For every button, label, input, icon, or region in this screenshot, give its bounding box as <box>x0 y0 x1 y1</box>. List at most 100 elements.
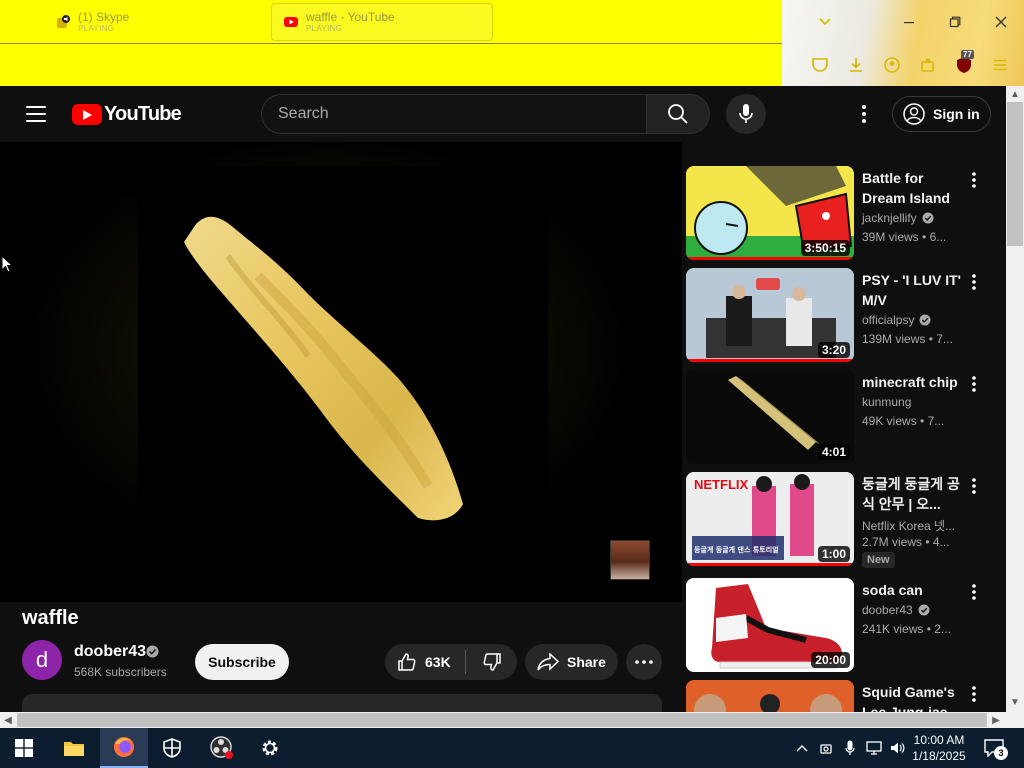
account-icon[interactable] <box>883 56 901 74</box>
channel-name[interactable]: doober43 <box>74 643 146 661</box>
view-count: 139M views <box>862 332 926 346</box>
channel-name[interactable]: officialpsy <box>862 313 931 327</box>
endscreen-thumbnail[interactable] <box>610 540 650 580</box>
channel-name[interactable]: doober43 <box>862 603 930 617</box>
video-duration: 4:01 <box>817 444 850 460</box>
scroll-up-icon[interactable]: ▲ <box>1006 88 1024 100</box>
action-center-icon[interactable]: 3 <box>980 736 1008 760</box>
video-menu-icon[interactable] <box>964 684 984 704</box>
video-title[interactable]: Squid Game's Lee Jung-jae <box>862 682 962 712</box>
channel-avatar[interactable]: d <box>22 640 62 680</box>
view-count: 241K views <box>862 622 924 636</box>
speaker-icon[interactable] <box>56 15 70 29</box>
video-title[interactable]: 둥글게 둥글게 공식 안무 | 오... <box>862 474 962 514</box>
recommendation-item[interactable]: Squid Game's Lee Jung-jae <box>686 680 986 712</box>
scrollbar-thumb[interactable] <box>1007 102 1023 246</box>
video-title[interactable]: minecraft chip <box>862 372 962 392</box>
youtube-logo[interactable]: YouTube <box>72 103 182 126</box>
video-player[interactable] <box>0 142 682 602</box>
windows-security-icon[interactable] <box>148 728 196 768</box>
system-clock[interactable]: 10:00 AM 1/18/2025 <box>906 732 972 764</box>
restore-button[interactable] <box>945 12 965 32</box>
like-button[interactable]: 63K <box>385 644 465 680</box>
channel-name[interactable]: Netflix Korea 넷... <box>862 517 955 534</box>
recommendation-item[interactable]: 20:00 soda can doober43 241K views • 2..… <box>686 578 986 672</box>
video-thumbnail[interactable]: 4:01 <box>686 370 854 464</box>
tab-youtube[interactable]: waffle - YouTube PLAYING <box>271 3 493 41</box>
video-thumbnail[interactable]: NETFLIX 둥글게 둥글게 댄스 튜토리얼 1:00 <box>686 472 854 566</box>
video-stats: 39M views • 6... <box>862 230 947 244</box>
vertical-scrollbar[interactable]: ▲ ▼ <box>1006 86 1024 712</box>
settings-gear-icon[interactable] <box>246 728 294 768</box>
ublock-origin-icon[interactable]: 77 <box>955 50 974 74</box>
more-actions-button[interactable] <box>626 644 662 680</box>
scroll-left-icon[interactable]: ◀ <box>2 714 14 726</box>
waffle-fry-image <box>184 216 463 521</box>
thumbs-up-icon <box>398 653 416 671</box>
subscribe-button[interactable]: Subscribe <box>195 644 289 680</box>
start-button[interactable] <box>0 728 48 768</box>
video-thumbnail[interactable]: 20:00 <box>686 578 854 672</box>
horizontal-scrollbar[interactable]: ◀ ▶ <box>0 712 1006 728</box>
recommendation-item[interactable]: 4:01 minecraft chip kunmung 49K views • … <box>686 370 986 464</box>
upload-age: 7... <box>927 414 945 428</box>
video-title[interactable]: Battle for Dream Island ... <box>862 168 962 208</box>
settings-menu-icon[interactable] <box>852 102 876 126</box>
video-menu-icon[interactable] <box>964 476 984 496</box>
pocket-icon[interactable] <box>811 56 829 74</box>
video-frame[interactable] <box>138 166 548 576</box>
download-icon[interactable] <box>847 56 865 74</box>
video-duration: 3:20 <box>817 342 850 358</box>
file-explorer-icon[interactable] <box>50 728 98 768</box>
recommendation-item[interactable]: 3:50:15 Battle for Dream Island ... jack… <box>686 166 986 260</box>
scroll-right-icon[interactable]: ▶ <box>990 714 1002 726</box>
new-badge: New <box>862 552 895 568</box>
search-icon <box>668 104 688 124</box>
search-input[interactable]: Search <box>261 94 647 134</box>
video-title[interactable]: soda can <box>862 580 962 600</box>
scrollbar-thumb[interactable] <box>17 713 987 727</box>
guide-menu-icon[interactable] <box>26 106 46 122</box>
video-menu-icon[interactable] <box>964 582 984 602</box>
voice-search-button[interactable] <box>726 94 766 134</box>
recommendation-item[interactable]: 3:20 PSY - 'I LUV IT' M/V officialpsy 13… <box>686 268 986 362</box>
scroll-down-icon[interactable]: ▼ <box>1006 696 1024 708</box>
channel-label: doober43 <box>862 603 913 617</box>
close-button[interactable] <box>991 12 1011 32</box>
channel-name[interactable]: jacknjellify <box>862 211 934 225</box>
video-menu-icon[interactable] <box>964 272 984 292</box>
share-button[interactable]: Share <box>525 644 618 680</box>
video-thumbnail[interactable] <box>686 680 854 712</box>
video-menu-icon[interactable] <box>964 170 984 190</box>
minimize-button[interactable] <box>899 12 919 32</box>
video-thumbnail[interactable]: 3:50:15 <box>686 166 854 260</box>
video-stats: 2.7M views • 4... <box>862 535 950 549</box>
sign-in-button[interactable]: Sign in <box>892 96 991 132</box>
upload-age: 2... <box>934 622 951 636</box>
channel-name[interactable]: kunmung <box>862 395 911 409</box>
menu-icon[interactable] <box>991 56 1009 74</box>
video-duration: 20:00 <box>811 652 850 668</box>
show-hidden-icons-chevron-icon[interactable] <box>790 728 814 768</box>
video-title[interactable]: PSY - 'I LUV IT' M/V <box>862 270 962 310</box>
tab-title: waffle - YouTube <box>306 10 395 24</box>
search-button[interactable] <box>646 94 710 134</box>
microphone-in-use-icon[interactable] <box>838 728 862 768</box>
description-box[interactable] <box>22 694 662 714</box>
video-duration: 1:00 <box>817 546 850 562</box>
camera-in-use-icon[interactable] <box>814 728 838 768</box>
dislike-button[interactable] <box>466 644 517 680</box>
video-stats: 139M views • 7... <box>862 332 953 346</box>
obs-studio-icon[interactable] <box>198 728 246 768</box>
extensions-icon[interactable] <box>919 56 937 74</box>
tab-skype[interactable]: (1) Skype PLAYING <box>44 3 264 41</box>
video-thumbnail[interactable]: 3:20 <box>686 268 854 362</box>
mouse-cursor-icon <box>1 254 14 278</box>
browser-toolbar: (1) Skype PLAYING waffle - YouTube PLAYI… <box>0 0 1024 86</box>
firefox-icon[interactable] <box>100 728 148 768</box>
network-icon[interactable] <box>862 728 886 768</box>
upload-age: 4... <box>932 535 950 549</box>
list-all-tabs-icon[interactable] <box>815 12 835 32</box>
recommendation-item[interactable]: NETFLIX 둥글게 둥글게 댄스 튜토리얼 1:00 둥글게 둥글게 공식 … <box>686 472 986 568</box>
video-menu-icon[interactable] <box>964 374 984 394</box>
